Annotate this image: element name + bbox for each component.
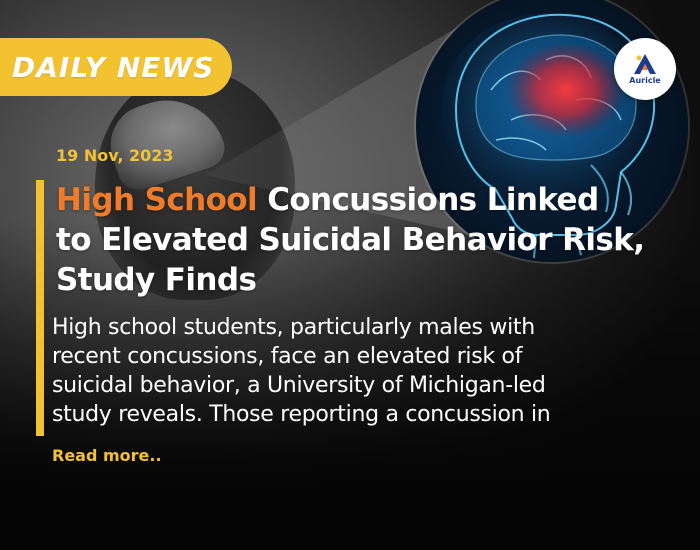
auricle-logo-icon	[634, 54, 656, 74]
headline-line-1: High School Concussions Linked	[56, 180, 696, 220]
article-date: 19 Nov, 2023	[56, 146, 174, 165]
summary-line: suicidal behavior, a University of Michi…	[52, 373, 546, 398]
summary-line: recent concussions, face an elevated ris…	[52, 344, 523, 369]
read-more-link[interactable]: Read more..	[52, 446, 162, 465]
badge-label: DAILY NEWS	[12, 50, 215, 84]
accent-bar	[36, 180, 44, 436]
article-headline: High School Concussions Linked to Elevat…	[56, 180, 696, 300]
summary-line: High school students, particularly males…	[52, 315, 535, 340]
auricle-logo: Auricle	[614, 38, 676, 100]
headline-line-2: to Elevated Suicidal Behavior Risk,	[56, 222, 645, 258]
headline-highlight: High School	[56, 182, 258, 218]
headline-line-3: Study Finds	[56, 262, 257, 298]
daily-news-badge: DAILY NEWS	[0, 38, 232, 96]
headline-rest: Concussions Linked	[257, 182, 599, 218]
summary-line: study reveals. Those reporting a concuss…	[52, 402, 551, 427]
article-summary: High school students, particularly males…	[52, 313, 692, 429]
logo-text: Auricle	[629, 76, 661, 85]
